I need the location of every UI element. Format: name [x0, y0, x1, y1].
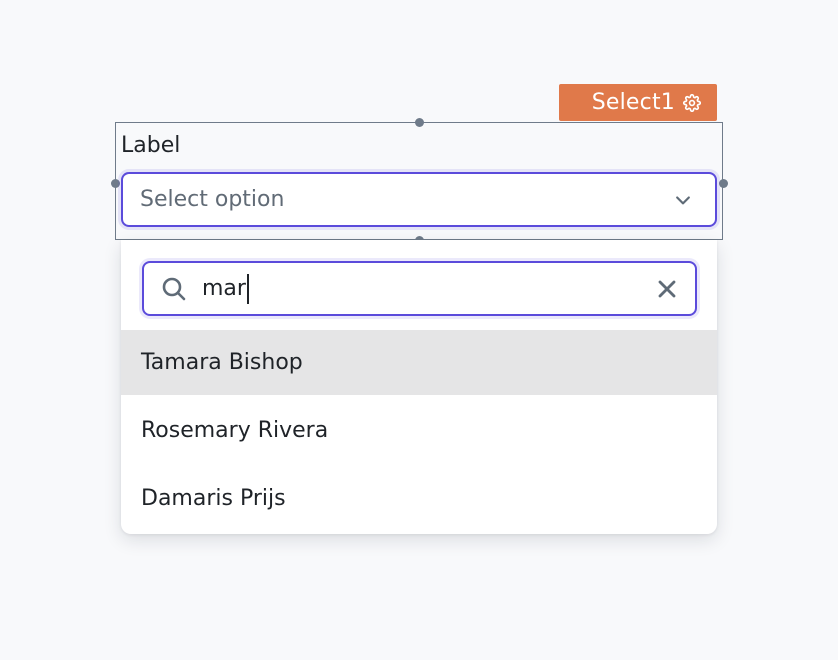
search-icon	[160, 275, 188, 303]
gear-icon[interactable]	[682, 93, 702, 112]
option-item[interactable]: Damaris Prijs	[121, 466, 717, 531]
resize-handle-left[interactable]	[111, 179, 120, 188]
option-item[interactable]: Tamara Bishop	[121, 330, 717, 395]
search-input[interactable]: mar	[142, 261, 697, 316]
component-name-label: Select1	[591, 89, 675, 115]
resize-handle-right[interactable]	[719, 179, 728, 188]
close-icon[interactable]	[657, 279, 677, 299]
dropdown-menu: mar Tamara Bishop Rosemary Rivera Damari…	[121, 240, 717, 534]
field-label: Label	[121, 133, 181, 158]
options-list: Tamara Bishop Rosemary Rivera Damaris Pr…	[121, 330, 717, 534]
component-name-tag[interactable]: Select1	[559, 84, 717, 121]
resize-handle-top[interactable]	[415, 118, 424, 127]
search-value[interactable]: mar	[202, 273, 249, 304]
select-dropdown[interactable]: Select option	[121, 172, 717, 227]
text-cursor	[246, 273, 249, 304]
chevron-down-icon[interactable]	[673, 190, 693, 210]
option-item[interactable]: Rosemary Rivera	[121, 398, 717, 463]
select-placeholder: Select option	[140, 187, 285, 212]
